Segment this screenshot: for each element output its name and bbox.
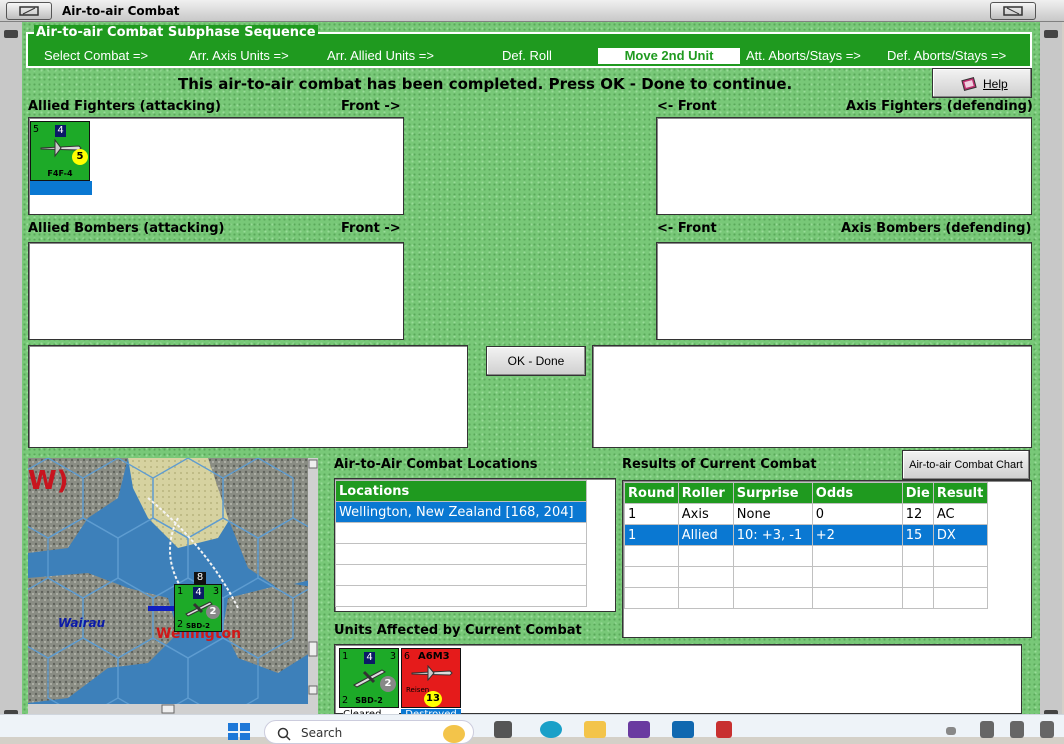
- window-control-button[interactable]: [990, 2, 1036, 20]
- map-corner-text: W): [28, 466, 69, 496]
- task-view-icon[interactable]: [494, 721, 512, 738]
- results-header-roller: Roller: [677, 482, 734, 504]
- taskbar-search-label: Search: [301, 726, 343, 740]
- help-book-icon: [961, 77, 977, 91]
- step-def-roll: Def. Roll: [502, 48, 552, 63]
- axis-fighters-label: Axis Fighters (defending): [846, 99, 1033, 114]
- step-move-2nd-unit: Move 2nd Unit: [598, 48, 740, 64]
- axis-text-area: [592, 345, 1032, 448]
- search-icon: [277, 727, 291, 741]
- map-unit-counter[interactable]: 1 4 3 2 2 SBD-2: [174, 584, 222, 632]
- window-frame-left: [0, 22, 22, 718]
- results-header-round: Round: [624, 482, 679, 504]
- step-arr-axis-units: Arr. Axis Units =>: [189, 48, 289, 63]
- combat-completed-notice: This air-to-air combat has been complete…: [178, 75, 793, 93]
- map-place-wairau: Wairau: [58, 616, 106, 630]
- window-frame-right: [1040, 22, 1062, 718]
- units-affected-panel: 1 4 3 2 2 SBD-2 Cleared 6 A6M3 Reisen 13…: [334, 644, 1022, 720]
- allied-text-area: [28, 345, 468, 448]
- step-def-aborts: Def. Aborts/Stays =>: [887, 48, 1007, 63]
- tray-chevron-icon[interactable]: [946, 727, 956, 735]
- results-header-surprise: Surprise: [732, 482, 813, 504]
- file-explorer-icon[interactable]: [584, 721, 606, 738]
- locations-title: Air-to-Air Combat Locations: [334, 457, 538, 472]
- system-menu-button[interactable]: [6, 2, 52, 20]
- fighter-plane-icon: [411, 665, 453, 681]
- allied-bombers-panel: [28, 242, 404, 340]
- units-affected-title: Units Affected by Current Combat: [334, 623, 582, 638]
- locations-header: Locations: [335, 480, 587, 502]
- help-button[interactable]: Help: [932, 68, 1032, 98]
- results-header-result: Result: [932, 482, 988, 504]
- axis-bombers-panel: [656, 242, 1032, 340]
- step-select-combat: Select Combat =>: [44, 48, 149, 63]
- axis-bombers-front-label: <- Front: [657, 221, 717, 236]
- help-label: Help: [983, 77, 1008, 91]
- axis-fighters-panel: [656, 117, 1032, 215]
- step-arr-allied-units: Arr. Allied Units =>: [327, 48, 434, 63]
- taskbar: Search: [0, 714, 1064, 744]
- results-row[interactable]: 1 Allied 10: +3, -1 +2 15 DX: [624, 524, 988, 546]
- window-title: Air-to-air Combat: [62, 4, 180, 18]
- game-app-icon[interactable]: [628, 721, 650, 738]
- allied-fighters-panel: 5 4 5 F4F-4: [28, 117, 404, 215]
- fighter-unit-selection: [30, 181, 92, 195]
- results-row[interactable]: 1 Axis None 0 12 AC: [624, 503, 988, 525]
- start-icon[interactable]: [228, 723, 250, 740]
- results-table[interactable]: Round Roller Surprise Odds Die Result 1 …: [624, 482, 988, 609]
- window-control-icon: [1003, 6, 1023, 16]
- subphase-sequence-title: Air-to-air Combat Subphase Sequence: [34, 25, 318, 40]
- weather-icon: [443, 725, 465, 743]
- allied-bombers-label: Allied Bombers (attacking): [28, 221, 225, 236]
- results-title: Results of Current Combat: [622, 457, 817, 472]
- volume-icon[interactable]: [1010, 721, 1024, 738]
- combat-chart-button[interactable]: Air-to-air Combat Chart: [902, 450, 1030, 480]
- battery-icon[interactable]: [1040, 721, 1054, 738]
- affected-unit-sbd2[interactable]: 1 4 3 2 2 SBD-2: [339, 648, 399, 708]
- axis-bombers-label: Axis Bombers (defending): [841, 221, 1032, 236]
- affected-unit-a6m3[interactable]: 6 A6M3 Reisen 13: [401, 648, 461, 708]
- ok-done-button[interactable]: OK - Done: [486, 346, 586, 376]
- location-row[interactable]: Wellington, New Zealand [168, 204]: [335, 501, 587, 523]
- store-icon[interactable]: [672, 721, 694, 738]
- results-header-die: Die: [901, 482, 934, 504]
- running-app-icon[interactable]: [716, 721, 732, 738]
- air-combat-window: Air-to-air Combat Subphase Sequence Sele…: [22, 22, 1040, 720]
- allied-fighters-front-label: Front ->: [341, 99, 401, 114]
- map-stack-count: 8: [194, 572, 206, 584]
- step-att-aborts: Att. Aborts/Stays =>: [746, 48, 861, 63]
- locations-table[interactable]: Locations Wellington, New Zealand [168, …: [335, 480, 587, 607]
- network-icon[interactable]: [980, 721, 994, 738]
- taskbar-search-box[interactable]: Search: [264, 720, 474, 744]
- map-view[interactable]: W) Wairau Wellington 8 1 4 3 2 2 SBD-2: [28, 458, 318, 714]
- allied-fighters-label: Allied Fighters (attacking): [28, 99, 221, 114]
- allied-bombers-front-label: Front ->: [341, 221, 401, 236]
- system-menu-icon: [19, 6, 39, 16]
- axis-fighters-front-label: <- Front: [657, 99, 717, 114]
- window-titlebar: Air-to-air Combat: [0, 0, 1064, 22]
- fighter-unit-counter[interactable]: 5 4 5 F4F-4: [30, 121, 90, 181]
- results-header-odds: Odds: [811, 482, 903, 504]
- hex-map: [28, 458, 318, 714]
- edge-icon[interactable]: [540, 721, 562, 738]
